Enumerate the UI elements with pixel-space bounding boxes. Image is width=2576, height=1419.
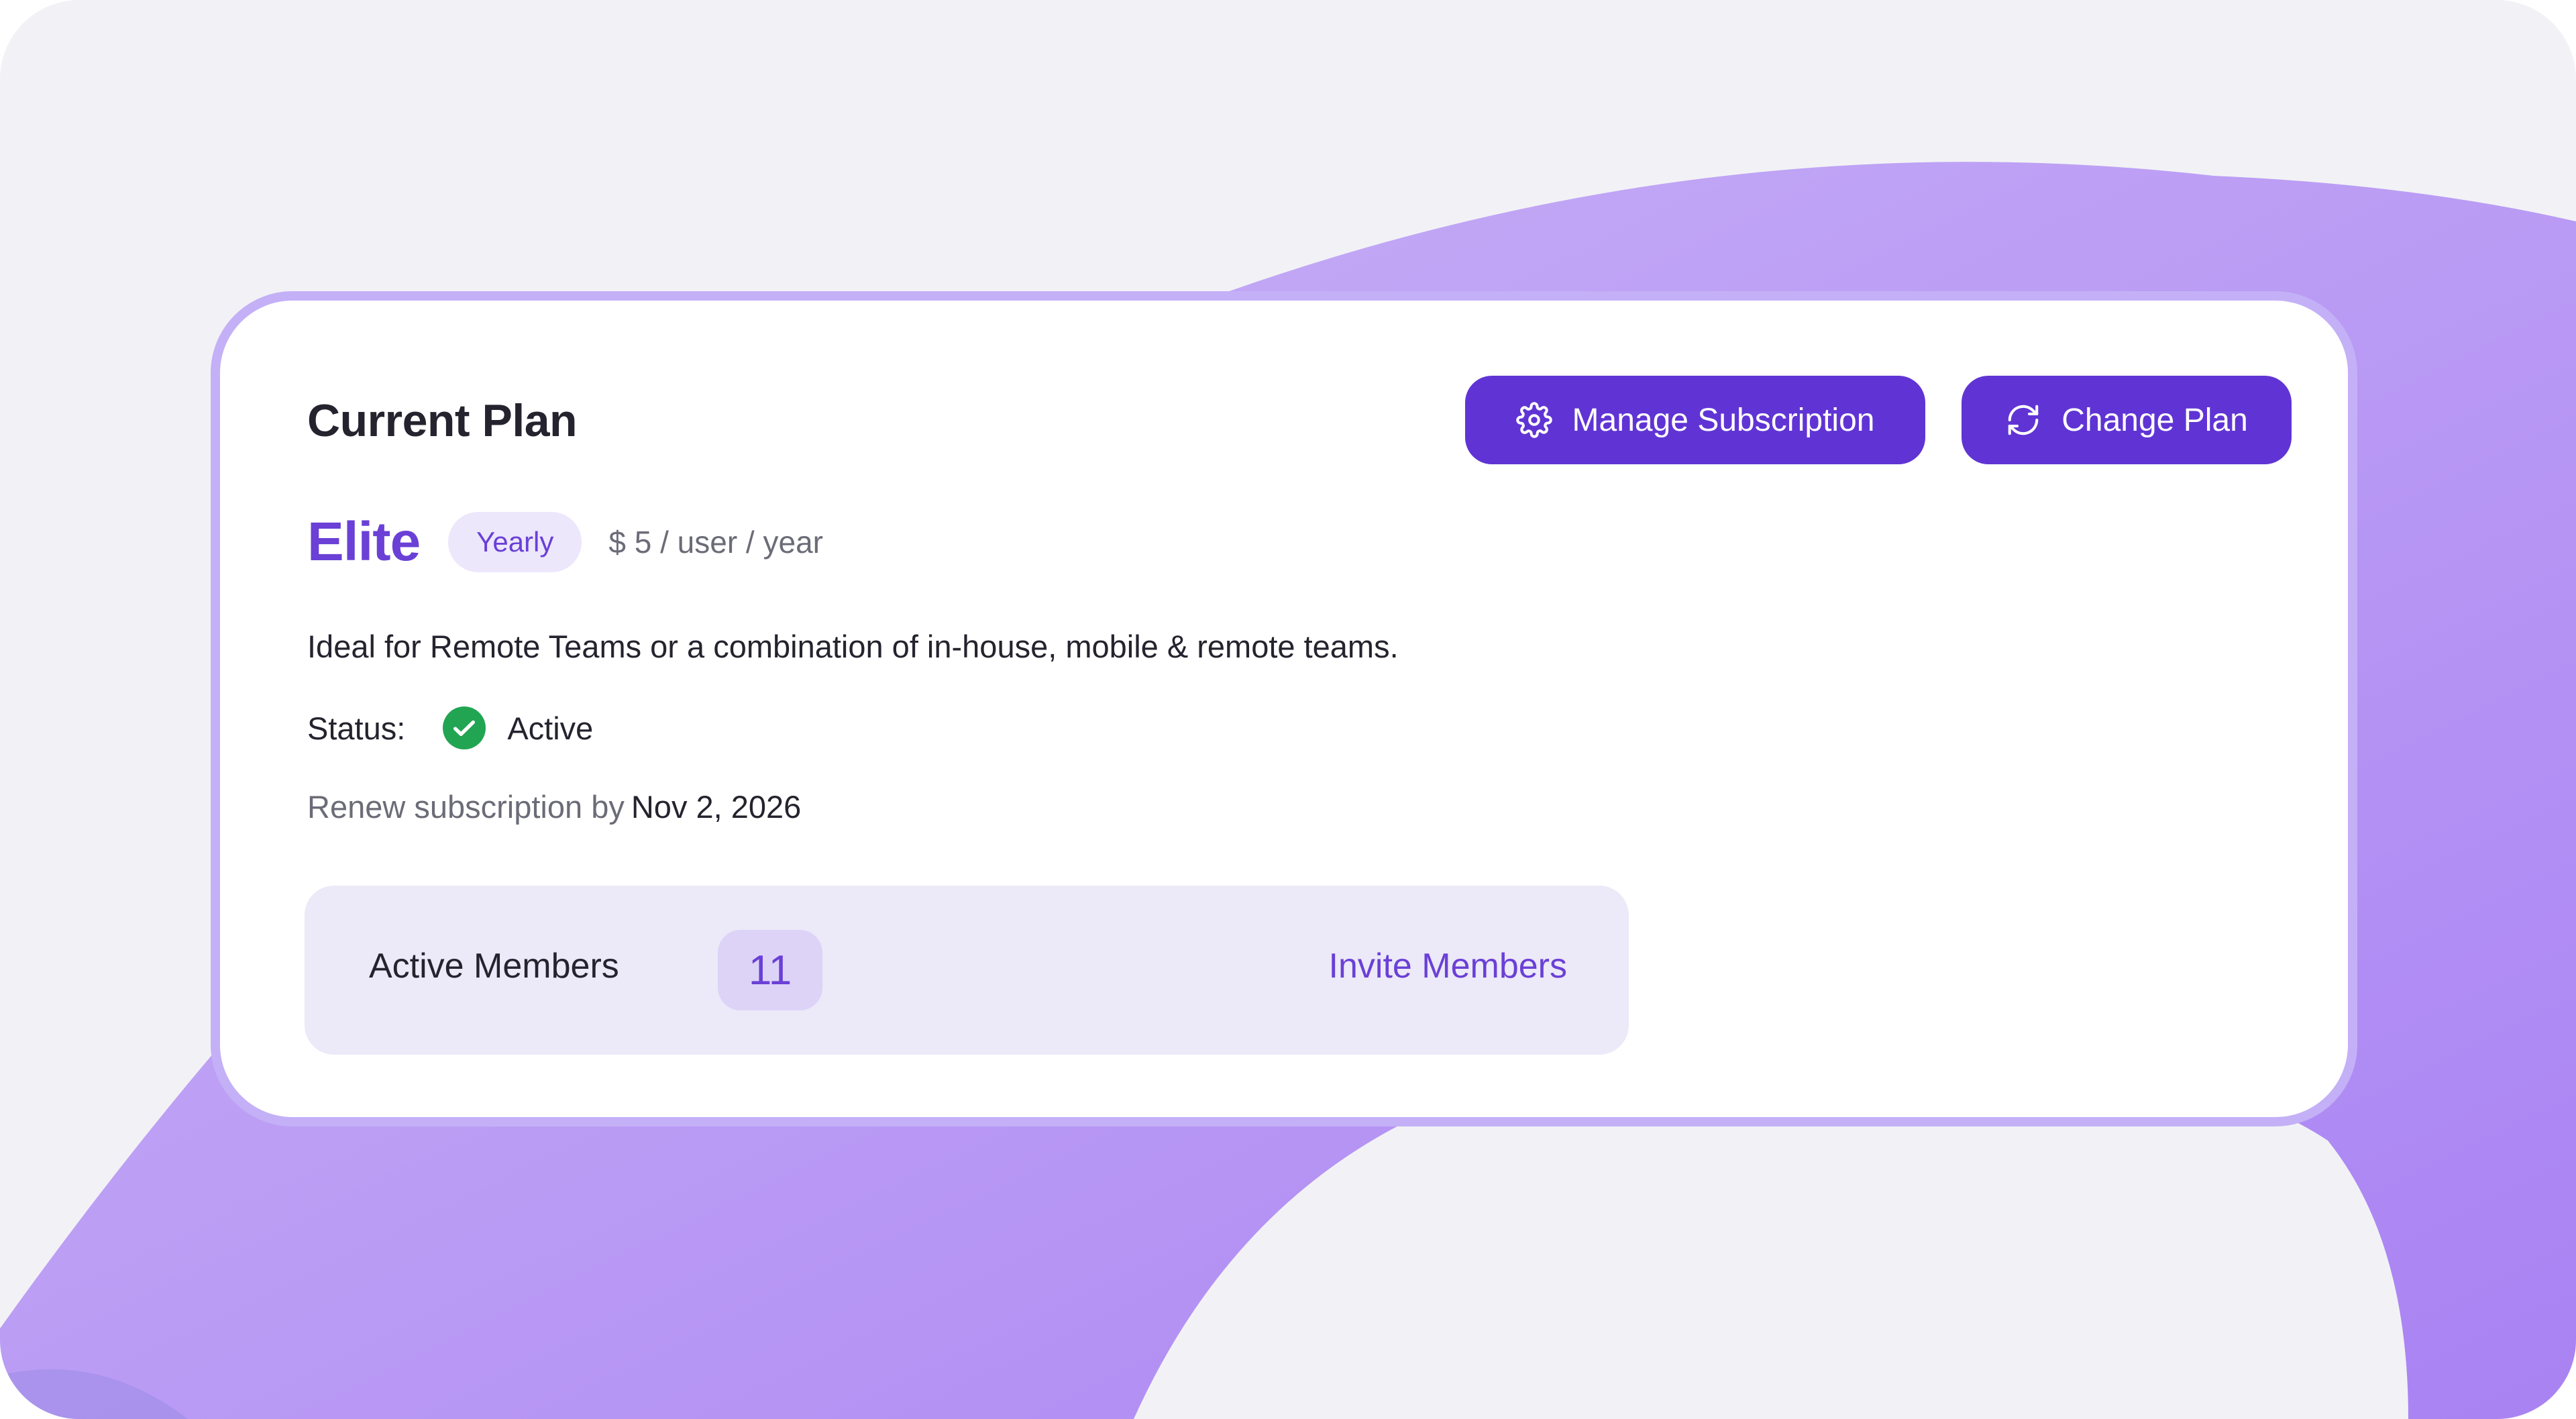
plan-price: $ 5 / user / year	[608, 525, 823, 560]
card-title: Current Plan	[307, 395, 578, 446]
status-row: Status: Active	[307, 704, 593, 751]
plan-summary: Elite Yearly $ 5 / user / year	[307, 509, 823, 576]
plan-name: Elite	[307, 511, 421, 572]
change-plan-label: Change Plan	[2061, 402, 2248, 438]
manage-subscription-label: Manage Subscription	[1572, 402, 1875, 438]
plan-description: Ideal for Remote Teams or a combination …	[307, 629, 1399, 664]
renewal-info: Renew subscription by Nov 2, 2026	[307, 788, 801, 825]
status-value: Active	[507, 710, 594, 746]
renewal-text: Renew subscription by	[307, 789, 625, 825]
renewal-date: Nov 2, 2026	[631, 789, 802, 825]
current-plan-card: Current Plan Manage Subscription Change …	[211, 291, 2357, 1126]
status-label: Status:	[307, 710, 406, 746]
refresh-icon	[2008, 405, 2039, 435]
gear-icon	[1515, 402, 1552, 438]
invite-members-link[interactable]: Invite Members	[1329, 946, 1567, 986]
active-members-count: 11	[718, 930, 822, 1010]
change-plan-button[interactable]: Change Plan	[1962, 376, 2292, 464]
active-members-label: Active Members	[369, 947, 619, 986]
app-frame: Current Plan Manage Subscription Change …	[0, 0, 2576, 1419]
manage-subscription-button[interactable]: Manage Subscription	[1465, 376, 1925, 464]
check-circle-icon	[443, 706, 486, 749]
members-panel: Active Members 11 Invite Members	[305, 886, 1629, 1055]
billing-cycle-badge: Yearly	[448, 512, 582, 572]
